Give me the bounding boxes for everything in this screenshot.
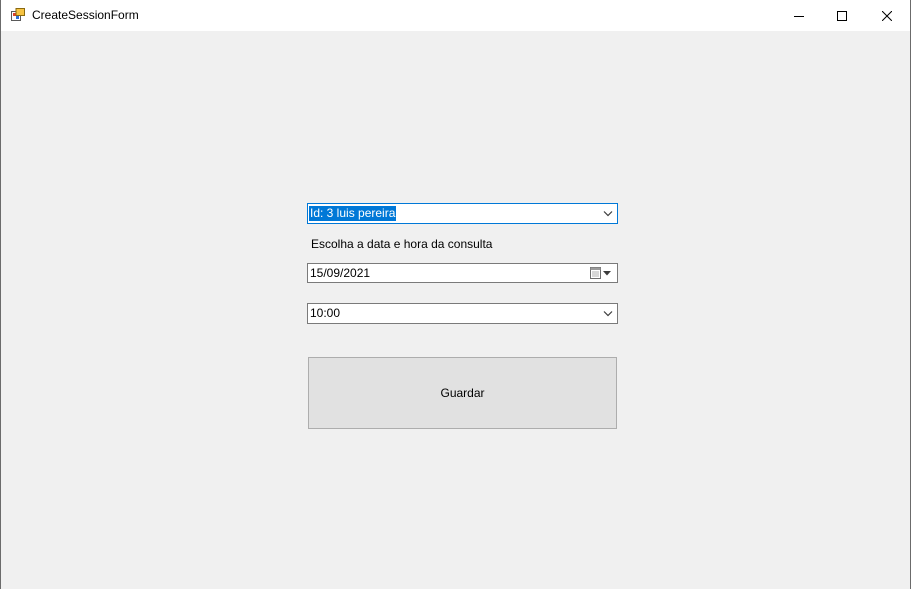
chevron-down-icon[interactable]	[602, 308, 614, 319]
maximize-icon	[837, 10, 847, 21]
date-time-label: Escolha a data e hora da consulta	[311, 237, 493, 251]
patient-select[interactable]: Id: 3 luis pereira	[307, 203, 618, 224]
save-button[interactable]: Guardar	[308, 357, 617, 429]
title-bar[interactable]: CreateSessionForm	[1, 0, 910, 31]
chevron-down-icon[interactable]	[602, 208, 614, 219]
time-select[interactable]: 10:00	[307, 303, 618, 324]
app-icon	[11, 8, 25, 21]
time-select-value: 10:00	[310, 306, 341, 320]
close-button[interactable]	[864, 0, 910, 31]
date-picker[interactable]: 15/09/2021	[307, 263, 618, 283]
minimize-button[interactable]	[776, 0, 822, 31]
patient-select-value: Id: 3 luis pereira	[309, 206, 397, 221]
date-picker-value: 15/09/2021	[310, 266, 371, 280]
form-client-area: Id: 3 luis pereira Escolha a data e hora…	[1, 31, 910, 589]
maximize-button[interactable]	[819, 0, 865, 31]
calendar-dropdown-icon[interactable]	[590, 266, 612, 280]
window-title: CreateSessionForm	[32, 8, 139, 22]
minimize-icon	[794, 15, 804, 17]
create-session-window: CreateSessionForm Id: 3 luis pereira Esc…	[0, 0, 911, 589]
close-icon	[882, 10, 892, 21]
save-button-label: Guardar	[440, 386, 485, 400]
